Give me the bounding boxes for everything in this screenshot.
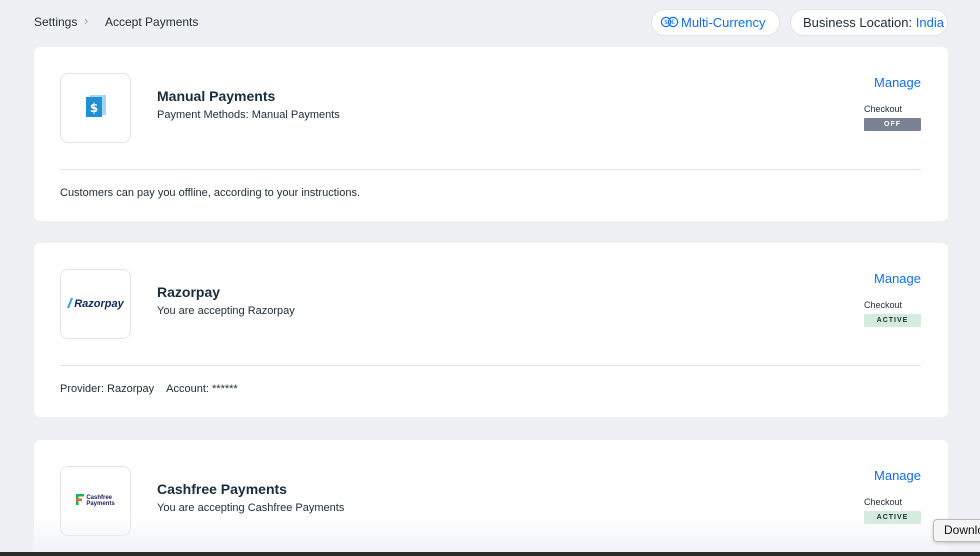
svg-text:$: $ — [664, 19, 668, 26]
account-text: Account: ****** — [166, 383, 238, 395]
multi-currency-button[interactable]: $ € Multi-Currency — [651, 9, 780, 36]
breadcrumb-current: Accept Payments — [105, 15, 199, 29]
svg-text:$: $ — [89, 101, 97, 115]
window-bottom-edge — [0, 552, 980, 556]
razorpay-mark-icon — [67, 297, 74, 311]
card-title: Manual Payments — [157, 88, 276, 104]
svg-text:€: € — [671, 19, 675, 26]
razorpay-wordmark: Razorpay — [67, 297, 124, 311]
bottom-fade — [0, 518, 980, 556]
breadcrumb-settings[interactable]: Settings — [34, 15, 77, 29]
business-location-value: India — [915, 15, 944, 30]
card-subtitle: Payment Methods: Manual Payments — [157, 109, 340, 121]
manage-link[interactable]: Manage — [874, 271, 921, 286]
card-title: Cashfree Payments — [157, 481, 287, 497]
card-footer: Customers can pay you offline, according… — [60, 187, 361, 199]
card-subtitle: You are accepting Cashfree Payments — [157, 502, 345, 514]
razorpay-logo: Razorpay — [60, 269, 131, 339]
business-location-button[interactable]: Business Location: India — [790, 9, 948, 36]
manual-payments-card: $ Manual Payments Payment Methods: Manua… — [34, 47, 948, 221]
breadcrumb-chevron-icon: › — [84, 13, 89, 28]
download-tooltip: Download — [933, 519, 980, 542]
cashfree-mark-icon — [76, 492, 85, 510]
manual-payments-logo: $ — [60, 73, 131, 143]
dollar-document-icon: $ — [84, 94, 108, 123]
razorpay-card: Razorpay Razorpay You are accepting Razo… — [34, 243, 948, 417]
business-location-label: Business Location: — [803, 15, 913, 30]
currency-exchange-icon: $ € — [660, 11, 679, 36]
cashfree-wordmark: Cashfree Payments — [76, 492, 115, 510]
card-subtitle: You are accepting Razorpay — [157, 305, 295, 317]
divider — [60, 169, 921, 170]
checkout-label: Checkout — [864, 300, 903, 310]
checkout-label: Checkout — [864, 497, 903, 507]
checkout-label: Checkout — [864, 104, 903, 114]
divider — [60, 365, 921, 366]
manage-link[interactable]: Manage — [874, 468, 921, 483]
top-bar: Settings › Accept Payments $ € Multi-Cur… — [0, 0, 980, 46]
card-title: Razorpay — [157, 284, 221, 300]
status-badge: OFF — [864, 118, 921, 131]
multi-currency-label: Multi-Currency — [681, 15, 766, 30]
provider-text: Provider: Razorpay — [60, 383, 155, 395]
card-footer: Provider: Razorpay Account: ****** — [60, 383, 238, 395]
manage-link[interactable]: Manage — [874, 75, 921, 90]
status-badge: ACTIVE — [864, 314, 921, 327]
